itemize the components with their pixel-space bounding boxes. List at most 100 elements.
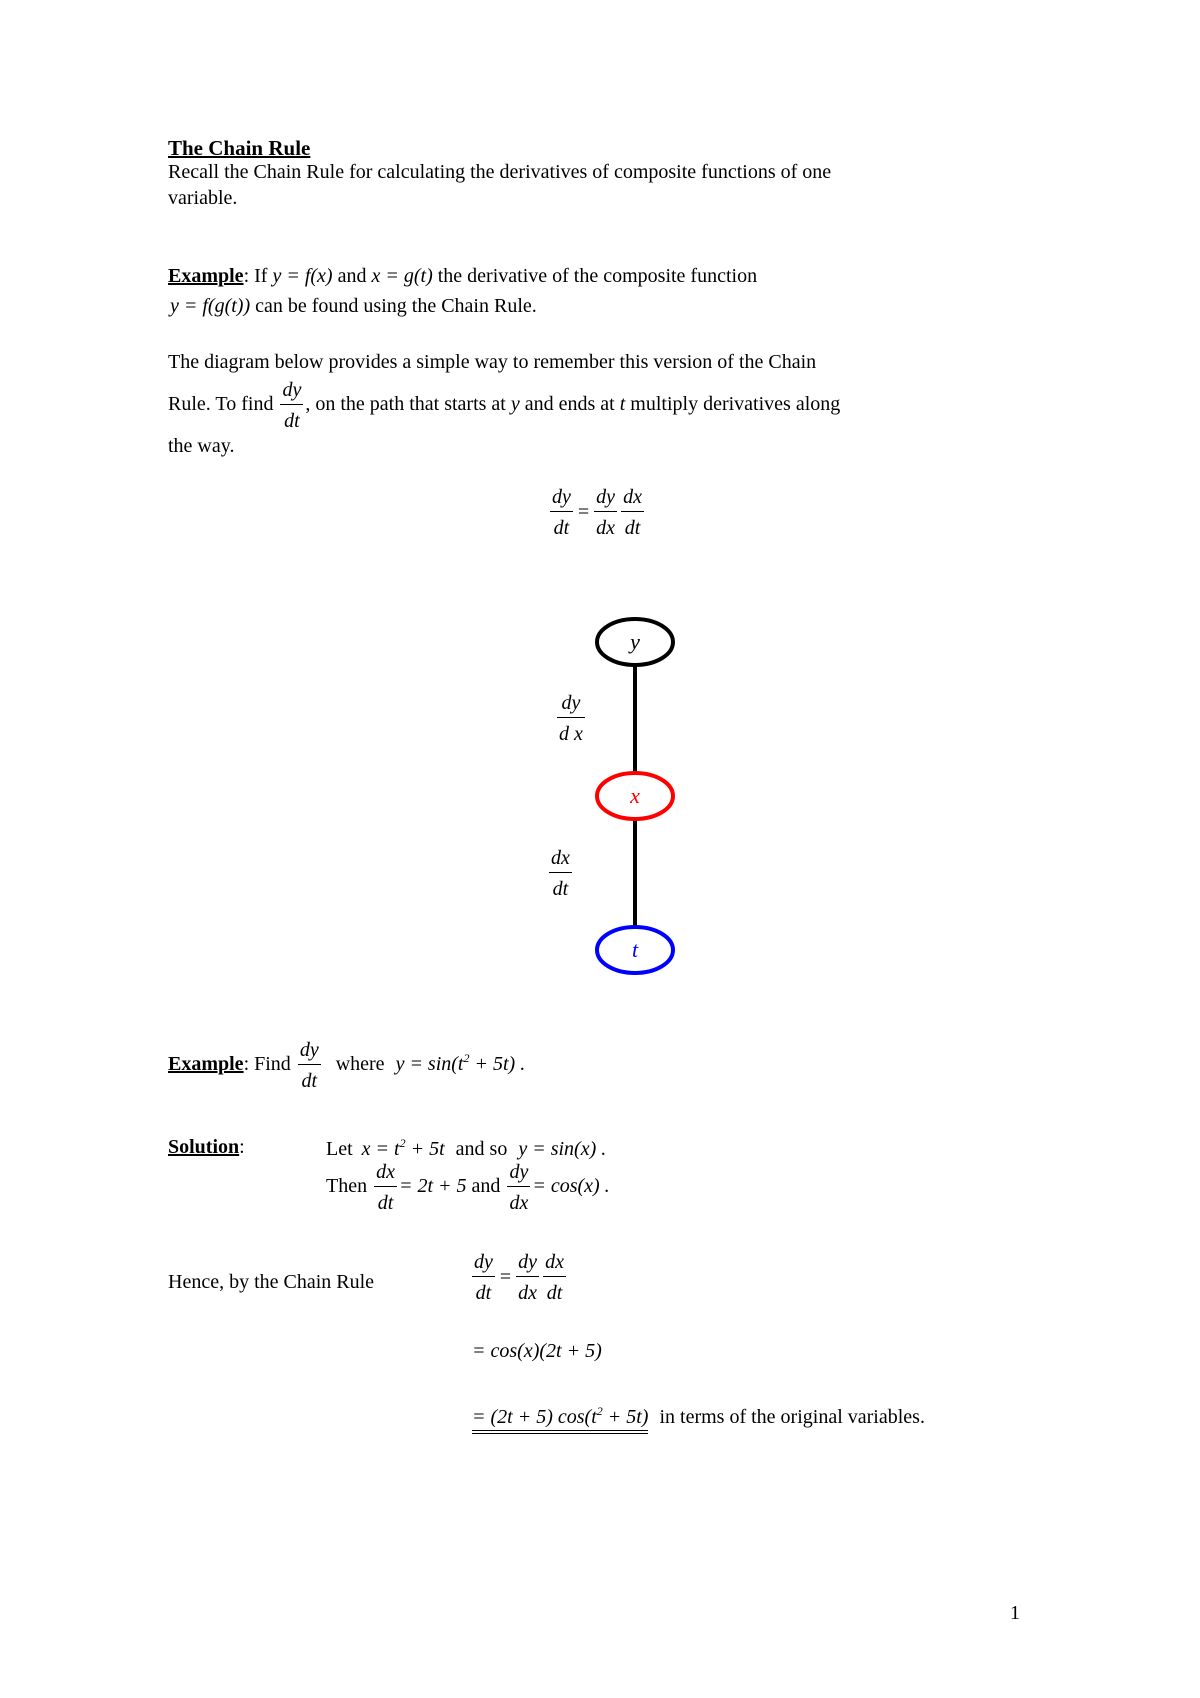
text: in terms of the original variables. (659, 1406, 925, 1428)
fraction: dy dx (594, 487, 618, 539)
denominator: dt (624, 517, 641, 539)
text: the derivative of the composite function (437, 265, 758, 287)
hence-formula: dy dt = dy dx dx dt (470, 1252, 568, 1303)
fraction: dy dt (472, 1252, 495, 1303)
numerator: dy (516, 1252, 540, 1277)
chain-rule-formula: dy dt = dy dx dx dt (548, 487, 646, 538)
text: and so (455, 1138, 508, 1160)
intro-line-2: variable. (168, 187, 238, 209)
diagram-text-line-3: the way. (168, 435, 235, 457)
numerator: dx (543, 1252, 566, 1277)
denominator: dx (596, 517, 616, 539)
numerator: dy (550, 487, 573, 512)
numerator: dy (472, 1252, 495, 1277)
edge-label-dx-dt: dx dt (547, 848, 574, 899)
denominator: dx (509, 1192, 529, 1214)
fraction-dy-dt: dy dt (297, 1040, 321, 1092)
denominator: d x (559, 723, 583, 745)
label: Solution (168, 1136, 240, 1158)
numerator: dx (621, 487, 644, 512)
hence-step-3: = (2t + 5) cos(t2 + 5t) in terms of the … (472, 1404, 925, 1434)
fraction: dy d x (557, 693, 585, 744)
example-label: Example (168, 265, 244, 287)
text: , on the path that starts at (305, 393, 506, 416)
chain-tree-diagram: y x t (595, 617, 675, 975)
example-label: Example (168, 1053, 244, 1076)
equation: = cos(x) . (532, 1175, 610, 1198)
fraction: dy dt (550, 487, 573, 538)
final-answer: = (2t + 5) cos(t2 + 5t) (472, 1404, 649, 1434)
example-1-line-1: Example: If y = f(x) and x = g(t) the de… (168, 265, 757, 288)
equation: y = sin(x) . (518, 1138, 607, 1160)
equation: = 2t + 5 (398, 1175, 467, 1198)
numerator: dy (594, 487, 618, 512)
eq-part: y = sin(t (395, 1053, 464, 1076)
numerator: dx (549, 848, 572, 873)
fraction: dx dt (621, 487, 644, 538)
fraction-dy-dt: dy dt (280, 380, 304, 432)
eq-part: + 5t) (602, 1406, 649, 1428)
text: and ends at (524, 393, 615, 416)
node-x-label: x (629, 783, 640, 808)
equals: = (577, 501, 590, 523)
denominator: dt (284, 410, 300, 432)
text: can be found using the Chain Rule. (255, 295, 537, 317)
intro-line-1: Recall the Chain Rule for calculating th… (168, 161, 832, 183)
example-1-line-2: y = f(g(t)) can be found using the Chain… (170, 295, 537, 318)
var: t (619, 393, 626, 416)
eq-part: x = t (361, 1138, 400, 1160)
colon: : (243, 265, 250, 287)
numerator: dy (557, 693, 585, 718)
eq-part: + 5t (405, 1138, 445, 1160)
fraction: dx dt (374, 1162, 397, 1213)
fraction: dx dt (549, 848, 572, 899)
eq-part: + 5t) . (469, 1053, 526, 1076)
diagram-text-line-1: The diagram below provides a simple way … (168, 351, 817, 373)
text: Find (254, 1053, 291, 1076)
text: Rule. To find (168, 393, 274, 416)
example-2: Example: Find dy dt where y = sin(t2 + 5t… (168, 1040, 525, 1091)
equation: y = f(x) (272, 265, 333, 287)
fraction: dy dx (507, 1162, 531, 1214)
numerator: dy (507, 1162, 531, 1187)
text: multiply derivatives along (630, 393, 841, 416)
text: and (337, 265, 367, 287)
denominator: dt (377, 1192, 394, 1214)
edge-label-dy-dx: dy d x (555, 693, 587, 744)
text: Let (326, 1138, 353, 1160)
equation: y = sin(t2 + 5t) . (395, 1051, 526, 1076)
node-t-label: t (632, 937, 639, 962)
page-title: The Chain Rule (168, 136, 311, 160)
fraction: dx dt (543, 1252, 566, 1303)
fraction: dy dx (516, 1252, 540, 1304)
denominator: dt (546, 1282, 563, 1304)
denominator: dx (518, 1282, 538, 1304)
eq-part: = (2t + 5) cos(t (472, 1406, 597, 1428)
colon: : (239, 1136, 245, 1158)
numerator: dx (374, 1162, 397, 1187)
page-number: 1 (1010, 1602, 1020, 1624)
diagram-text-line-2: Rule. To find dy dt, on the path that sta… (168, 380, 840, 431)
denominator: dt (552, 878, 569, 900)
numerator: dy (297, 1040, 321, 1065)
equation: y = f(g(t)) (170, 295, 251, 317)
text: where (335, 1053, 385, 1076)
solution-label: Solution: (168, 1136, 245, 1159)
equation: x = g(t) (371, 265, 433, 287)
text: Then (326, 1175, 368, 1198)
denominator: dt (475, 1282, 492, 1304)
text: If (254, 265, 268, 287)
denominator: dt (553, 517, 570, 539)
solution-line-1: Let x = t2 + 5t and so y = sin(x) . (326, 1136, 606, 1161)
colon: : (243, 1053, 250, 1076)
hence-text: Hence, by the Chain Rule (168, 1271, 375, 1293)
denominator: dt (301, 1070, 318, 1092)
equation: x = t2 + 5t (361, 1136, 445, 1160)
text: and (471, 1175, 501, 1198)
hence-step-2: = cos(x)(2t + 5) (472, 1340, 602, 1362)
var: y (510, 393, 520, 416)
equals: = (499, 1266, 512, 1288)
solution-line-2: Then dx dt = 2t + 5 and dy dx = cos(x) . (326, 1162, 610, 1213)
numerator: dy (280, 380, 304, 405)
node-y-label: y (628, 629, 640, 654)
